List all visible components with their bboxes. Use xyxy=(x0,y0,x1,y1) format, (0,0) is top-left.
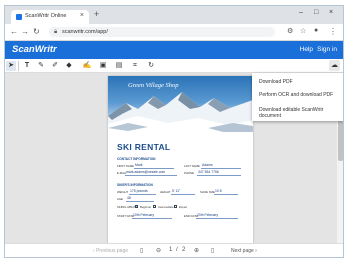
age-value[interactable]: 48 xyxy=(127,196,131,200)
toolbar-divider xyxy=(18,61,19,71)
height-label: HEIGHT xyxy=(160,190,171,194)
close-window-button[interactable]: × xyxy=(329,9,333,16)
start-date-value[interactable]: 10th February xyxy=(133,213,154,217)
navigation-bar: ← → ↻ 🔒︎ scanwritr.com/app/ ⚙ ☆ ● ⋮ xyxy=(5,24,343,41)
weight-line xyxy=(129,194,156,195)
cloud-download-icon[interactable]: ☁ xyxy=(329,60,340,71)
phone-value[interactable]: 347 554 7756 xyxy=(198,170,219,174)
end-date-value[interactable]: 20th February xyxy=(197,213,218,217)
address-bar[interactable]: 🔒︎ scanwritr.com/app/ xyxy=(49,27,275,37)
sign-in-link[interactable]: Sign in xyxy=(317,46,337,53)
forward-icon[interactable]: → xyxy=(21,27,29,36)
first-name-value[interactable]: Mark xyxy=(135,163,143,167)
download-editable-document-item[interactable]: Download editable ScanWritr document xyxy=(259,107,343,119)
text-tool-icon[interactable]: T xyxy=(22,61,32,71)
total-pages: 2 xyxy=(182,247,186,253)
pen-tool-icon[interactable]: ✎ xyxy=(36,61,46,71)
intermediate-label: Intermediate xyxy=(158,205,174,209)
browser-tab[interactable]: ScanWritr Online × xyxy=(11,10,89,24)
profile-icon[interactable]: ● xyxy=(314,27,318,34)
previous-page-label: Previous page xyxy=(96,248,129,254)
back-icon[interactable]: ← xyxy=(10,27,18,36)
crop-tool-icon[interactable]: ⌗ xyxy=(130,61,140,71)
favicon-icon xyxy=(16,14,22,20)
intermediate-checkbox[interactable] xyxy=(153,205,156,208)
translate-icon[interactable]: ⚙ xyxy=(287,27,293,35)
page-icon[interactable]: ▯ xyxy=(140,247,143,254)
app-logo[interactable]: ScanWritr xyxy=(12,44,57,55)
weight-value[interactable]: 175 pounds xyxy=(130,189,148,193)
ocr-download-pdf-item[interactable]: Perform OCR and download PDF xyxy=(259,92,333,98)
rotate-tool-icon[interactable]: ↻ xyxy=(146,61,156,71)
phone-line xyxy=(197,175,241,176)
expert-checkbox[interactable] xyxy=(174,205,177,208)
age-line xyxy=(126,201,154,202)
email-line xyxy=(125,175,177,176)
star-icon[interactable]: ☆ xyxy=(300,27,306,35)
previous-page-button[interactable]: ‹ Previous page xyxy=(93,248,128,254)
first-name-label: FIRST NAME xyxy=(117,164,134,168)
age-label: AGE xyxy=(117,197,123,201)
shop-name: Green Village Shop xyxy=(128,82,179,89)
reload-icon[interactable]: ↻ xyxy=(33,27,40,36)
close-tab-icon[interactable]: × xyxy=(80,12,84,19)
next-page-button[interactable]: Next page › xyxy=(231,248,257,254)
fit-page-icon[interactable]: ▯ xyxy=(211,247,214,254)
add-image-tool-icon[interactable]: ▤ xyxy=(114,61,124,71)
lock-icon: 🔒︎ xyxy=(54,29,58,35)
last-name-value[interactable]: Adams xyxy=(202,163,213,167)
select-tool-icon[interactable]: ➤ xyxy=(6,61,16,71)
last-name-label: LAST NAME xyxy=(184,164,200,168)
tab-title: ScanWritr Online xyxy=(25,13,67,19)
current-page[interactable]: 1 xyxy=(169,247,172,253)
editor-toolbar: ➤ T ✎ ✐ ◆ ✍ ▣ ▤ ⌗ ↻ ☁ xyxy=(5,59,343,73)
skier-section-heading: SKIER'S INFORMATION xyxy=(117,183,153,187)
shoe-size-line xyxy=(214,194,238,195)
maximize-button[interactable]: □ xyxy=(314,9,318,16)
app-header: ScanWritr Help Sign in xyxy=(5,41,343,59)
tab-strip: ScanWritr Online × + – □ × xyxy=(5,6,343,24)
shoe-size-value[interactable]: 10.5 xyxy=(215,189,222,193)
help-link[interactable]: Help xyxy=(300,46,313,53)
pagination-bar: ‹ Previous page ▯ ⊖ 1 / 2 ⊕ ▯ Next page … xyxy=(5,243,343,257)
image-tool-icon[interactable]: ▣ xyxy=(98,61,108,71)
beginner-label: Beginner xyxy=(140,205,152,209)
expert-label: Expert xyxy=(179,205,188,209)
page-separator: / xyxy=(176,247,178,253)
menu-icon[interactable]: ⋮ xyxy=(329,27,337,36)
email-value[interactable]: mark.adams@vesale.com xyxy=(126,170,165,174)
eraser-tool-icon[interactable]: ◆ xyxy=(64,61,74,71)
next-page-label: Next page xyxy=(231,248,254,254)
minimize-button[interactable]: – xyxy=(299,9,303,16)
hero-image: Green Village Shop xyxy=(108,76,253,135)
shoe-size-label: SHOE SIZE xyxy=(200,190,215,194)
phone-label: PHONE xyxy=(184,171,194,175)
signature-tool-icon[interactable]: ✍ xyxy=(82,61,92,71)
zoom-in-icon[interactable]: ⊕ xyxy=(194,247,199,254)
download-menu: Download PDF Perform OCR and download PD… xyxy=(252,73,343,121)
beginner-checkbox[interactable] xyxy=(135,205,138,208)
start-date-line xyxy=(132,218,172,219)
download-pdf-item[interactable]: Download PDF xyxy=(259,79,293,85)
zoom-out-icon[interactable]: ⊖ xyxy=(156,247,161,254)
document-title: SKI RENTAL xyxy=(117,142,171,152)
weight-label: WEIGHT xyxy=(117,190,129,194)
height-value[interactable]: 5' 11" xyxy=(172,189,180,193)
end-date-line xyxy=(196,218,238,219)
new-tab-button[interactable]: + xyxy=(94,9,99,19)
highlighter-tool-icon[interactable]: ✐ xyxy=(50,61,60,71)
url-text: scanwritr.com/app/ xyxy=(62,29,108,35)
height-line xyxy=(171,194,195,195)
document-page[interactable]: Green Village Shop SKI RENTAL CONTACT IN… xyxy=(108,76,253,243)
last-name-line xyxy=(201,168,241,169)
first-name-line xyxy=(134,168,174,169)
contact-section-heading: CONTACT INFORMATION xyxy=(117,157,156,161)
browser-window: ScanWritr Online × + – □ × ← → ↻ 🔒︎ scan… xyxy=(4,5,344,258)
